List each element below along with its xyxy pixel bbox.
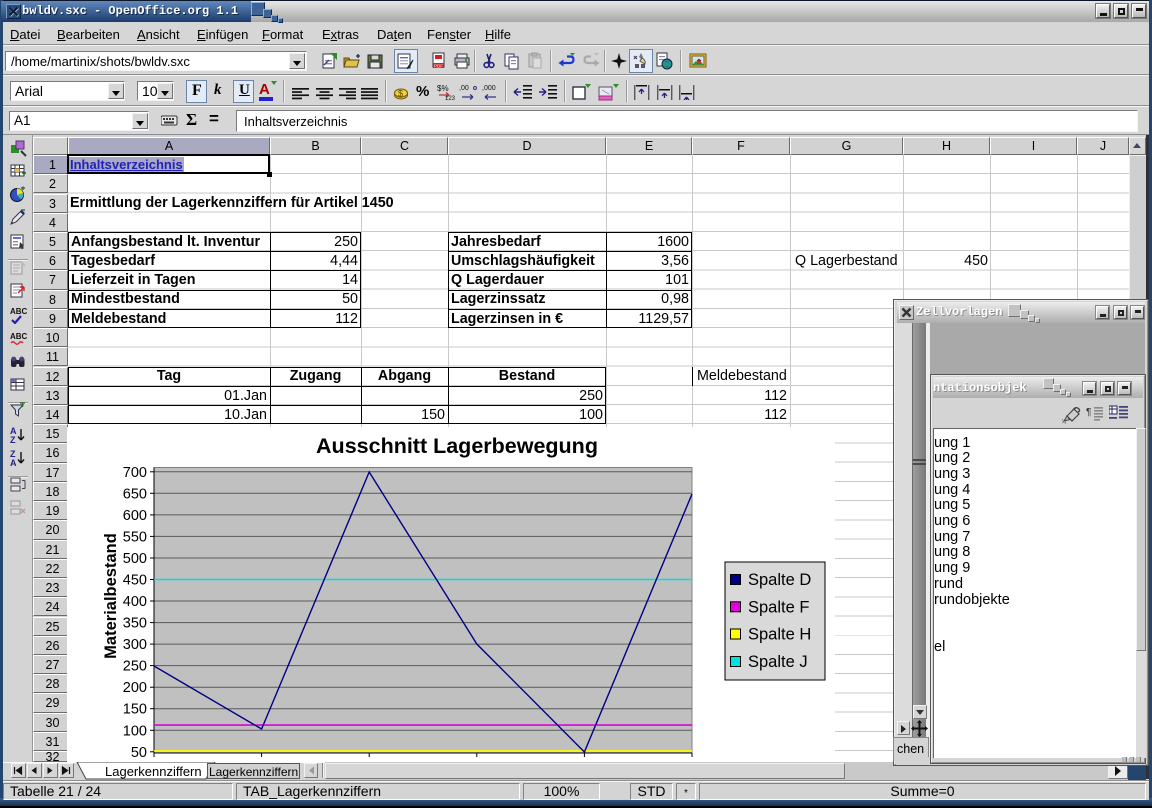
svg-text:$%: $% <box>437 84 449 93</box>
svg-text:100: 100 <box>123 723 147 739</box>
svg-text:Z: Z <box>10 435 16 444</box>
svg-text:150: 150 <box>123 702 147 718</box>
svg-text:$: $ <box>398 89 403 99</box>
svg-text:650: 650 <box>123 486 147 502</box>
svg-text:Ausschnitt Lagerbewegung: Ausschnitt Lagerbewegung <box>316 434 598 458</box>
svg-text:PDF: PDF <box>434 64 443 69</box>
svg-text:Materialbestand: Materialbestand <box>102 533 120 659</box>
svg-text:700: 700 <box>123 465 147 481</box>
svg-text:Spalte J: Spalte J <box>748 653 808 671</box>
svg-text:500: 500 <box>123 551 147 567</box>
svg-text:,00: ,00 <box>459 85 469 92</box>
svg-text:300: 300 <box>123 637 147 653</box>
svg-text:123: 123 <box>445 96 455 101</box>
svg-text:50: 50 <box>131 745 147 761</box>
svg-text:Spalte H: Spalte H <box>748 626 811 644</box>
svg-text:550: 550 <box>123 529 147 545</box>
svg-text:350: 350 <box>123 616 147 632</box>
svg-text:200: 200 <box>123 680 147 696</box>
svg-text:A: A <box>10 458 17 467</box>
svg-text:ABC: ABC <box>10 307 27 316</box>
svg-text:Spalte F: Spalte F <box>748 598 809 616</box>
svg-text:,000: ,000 <box>482 85 496 92</box>
svg-text:250: 250 <box>123 659 147 675</box>
svg-text:ABC: ABC <box>10 332 27 341</box>
svg-text:450: 450 <box>123 573 147 589</box>
svg-text:400: 400 <box>123 594 147 610</box>
svg-text:Spalte D: Spalte D <box>748 571 811 589</box>
svg-text:¶: ¶ <box>1086 407 1091 418</box>
svg-text:600: 600 <box>123 508 147 524</box>
